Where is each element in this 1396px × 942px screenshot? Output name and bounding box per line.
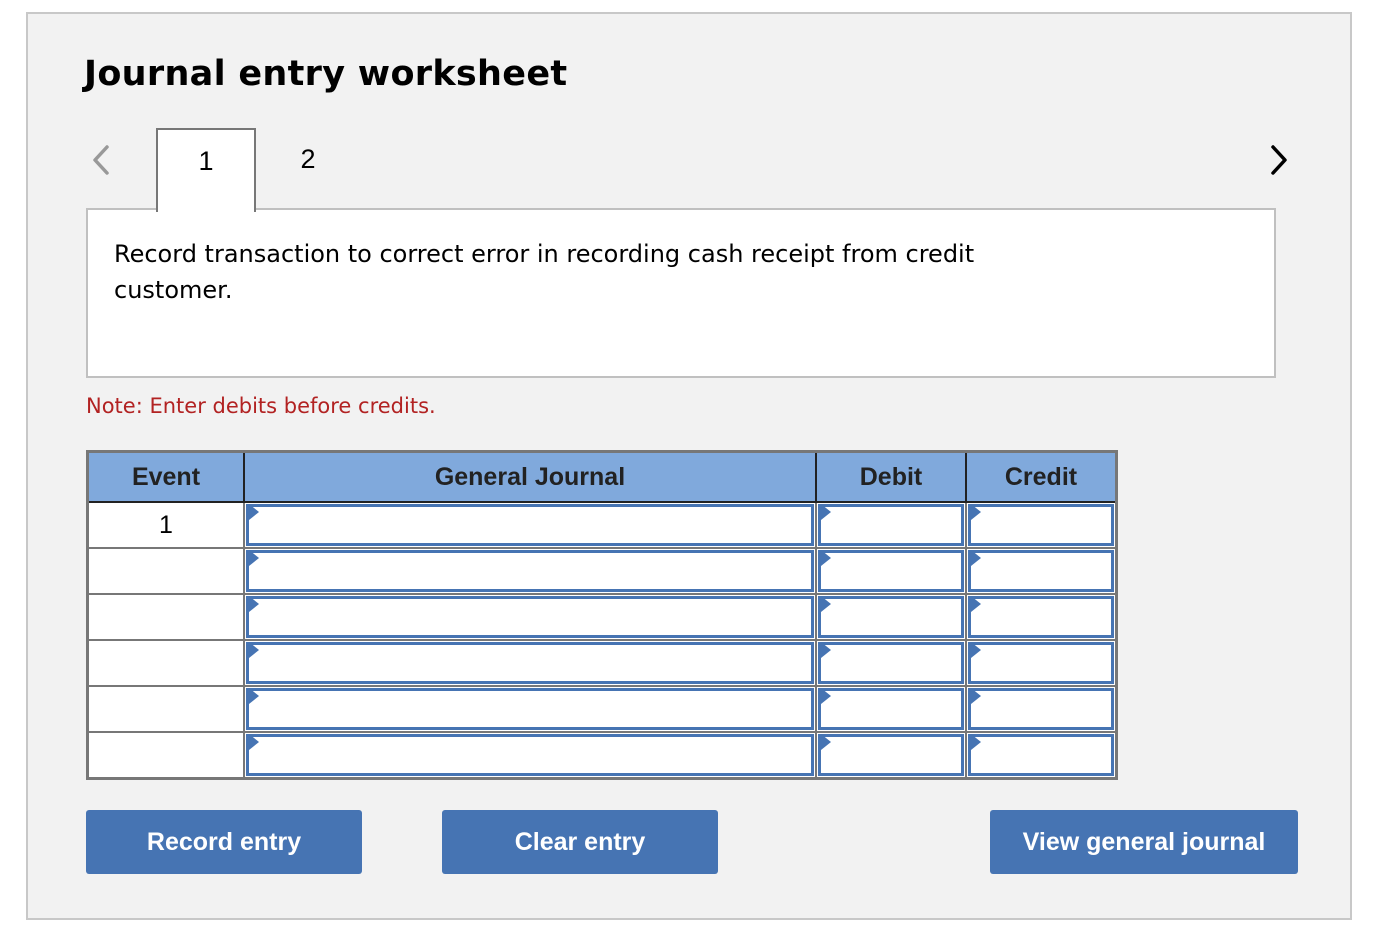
general-journal-cell bbox=[243, 639, 817, 687]
debit-cell bbox=[815, 593, 967, 641]
chevron-left-icon bbox=[93, 145, 109, 175]
next-page-button[interactable] bbox=[1264, 140, 1294, 180]
credit-cell bbox=[965, 731, 1118, 780]
dropdown-marker-icon bbox=[249, 596, 259, 612]
table-row bbox=[87, 547, 1118, 595]
debit-cell bbox=[815, 639, 967, 687]
tab-label: 1 bbox=[198, 146, 214, 176]
general-journal-input[interactable] bbox=[246, 734, 814, 776]
dropdown-marker-icon bbox=[821, 688, 831, 704]
transaction-description-box: Record transaction to correct error in r… bbox=[86, 208, 1276, 378]
debit-cell bbox=[815, 731, 967, 780]
debit-input[interactable] bbox=[818, 688, 964, 730]
general-journal-cell bbox=[243, 731, 817, 780]
header-credit: Credit bbox=[965, 451, 1117, 503]
header-general-journal: General Journal bbox=[243, 451, 817, 503]
event-cell bbox=[87, 639, 245, 687]
dropdown-marker-icon bbox=[821, 596, 831, 612]
tab-label: 2 bbox=[300, 144, 316, 174]
header-event: Event bbox=[87, 451, 245, 503]
general-journal-input[interactable] bbox=[246, 688, 814, 730]
general-journal-input[interactable] bbox=[246, 504, 814, 546]
dropdown-marker-icon bbox=[971, 550, 981, 566]
view-general-journal-button[interactable]: View general journal bbox=[990, 810, 1298, 874]
table-header-row: Event General Journal Debit Credit bbox=[87, 451, 1117, 503]
dropdown-marker-icon bbox=[821, 504, 831, 520]
table-row bbox=[87, 685, 1118, 733]
dropdown-marker-icon bbox=[821, 734, 831, 750]
dropdown-marker-icon bbox=[971, 596, 981, 612]
tab-1[interactable]: 1 bbox=[156, 128, 256, 212]
credit-cell bbox=[965, 639, 1118, 687]
credit-input[interactable] bbox=[968, 550, 1114, 592]
record-entry-button[interactable]: Record entry bbox=[86, 810, 362, 874]
header-debit: Debit bbox=[815, 451, 967, 503]
chevron-right-icon bbox=[1271, 145, 1287, 175]
credit-cell bbox=[965, 593, 1118, 641]
debit-input[interactable] bbox=[818, 596, 964, 638]
transaction-description: Record transaction to correct error in r… bbox=[114, 240, 975, 304]
worksheet-panel: Journal entry worksheet 1 2 Record trans… bbox=[26, 12, 1352, 920]
table-row bbox=[87, 731, 1118, 780]
debit-input[interactable] bbox=[818, 642, 964, 684]
general-journal-cell bbox=[243, 593, 817, 641]
general-journal-input[interactable] bbox=[246, 596, 814, 638]
note-text: Note: Enter debits before credits. bbox=[86, 394, 436, 418]
dropdown-marker-icon bbox=[971, 688, 981, 704]
debit-input[interactable] bbox=[818, 734, 964, 776]
credit-input[interactable] bbox=[968, 734, 1114, 776]
dropdown-marker-icon bbox=[971, 504, 981, 520]
table-row bbox=[87, 639, 1118, 687]
general-journal-cell bbox=[243, 501, 817, 549]
general-journal-input[interactable] bbox=[246, 642, 814, 684]
dropdown-marker-icon bbox=[821, 550, 831, 566]
credit-input[interactable] bbox=[968, 596, 1114, 638]
debit-input[interactable] bbox=[818, 550, 964, 592]
general-journal-cell bbox=[243, 547, 817, 595]
journal-table: Event General Journal Debit Credit 1 bbox=[86, 450, 1118, 780]
prev-page-button[interactable] bbox=[86, 140, 116, 180]
dropdown-marker-icon bbox=[971, 734, 981, 750]
credit-input[interactable] bbox=[968, 688, 1114, 730]
dropdown-marker-icon bbox=[971, 642, 981, 658]
event-cell bbox=[87, 685, 245, 733]
dropdown-marker-icon bbox=[249, 688, 259, 704]
tab-2[interactable]: 2 bbox=[258, 128, 358, 210]
event-cell bbox=[87, 547, 245, 595]
event-cell: 1 bbox=[87, 501, 245, 549]
dropdown-marker-icon bbox=[249, 550, 259, 566]
debit-input[interactable] bbox=[818, 504, 964, 546]
page-title: Journal entry worksheet bbox=[84, 54, 568, 94]
credit-input[interactable] bbox=[968, 504, 1114, 546]
general-journal-input[interactable] bbox=[246, 550, 814, 592]
dropdown-marker-icon bbox=[249, 504, 259, 520]
clear-entry-button[interactable]: Clear entry bbox=[442, 810, 718, 874]
credit-cell bbox=[965, 501, 1118, 549]
credit-cell bbox=[965, 547, 1118, 595]
table-row bbox=[87, 593, 1118, 641]
event-cell bbox=[87, 731, 245, 780]
event-cell bbox=[87, 593, 245, 641]
debit-cell bbox=[815, 685, 967, 733]
debit-cell bbox=[815, 547, 967, 595]
credit-cell bbox=[965, 685, 1118, 733]
dropdown-marker-icon bbox=[249, 734, 259, 750]
dropdown-marker-icon bbox=[821, 642, 831, 658]
debit-cell bbox=[815, 501, 967, 549]
table-row: 1 bbox=[87, 501, 1118, 549]
credit-input[interactable] bbox=[968, 642, 1114, 684]
general-journal-cell bbox=[243, 685, 817, 733]
dropdown-marker-icon bbox=[249, 642, 259, 658]
